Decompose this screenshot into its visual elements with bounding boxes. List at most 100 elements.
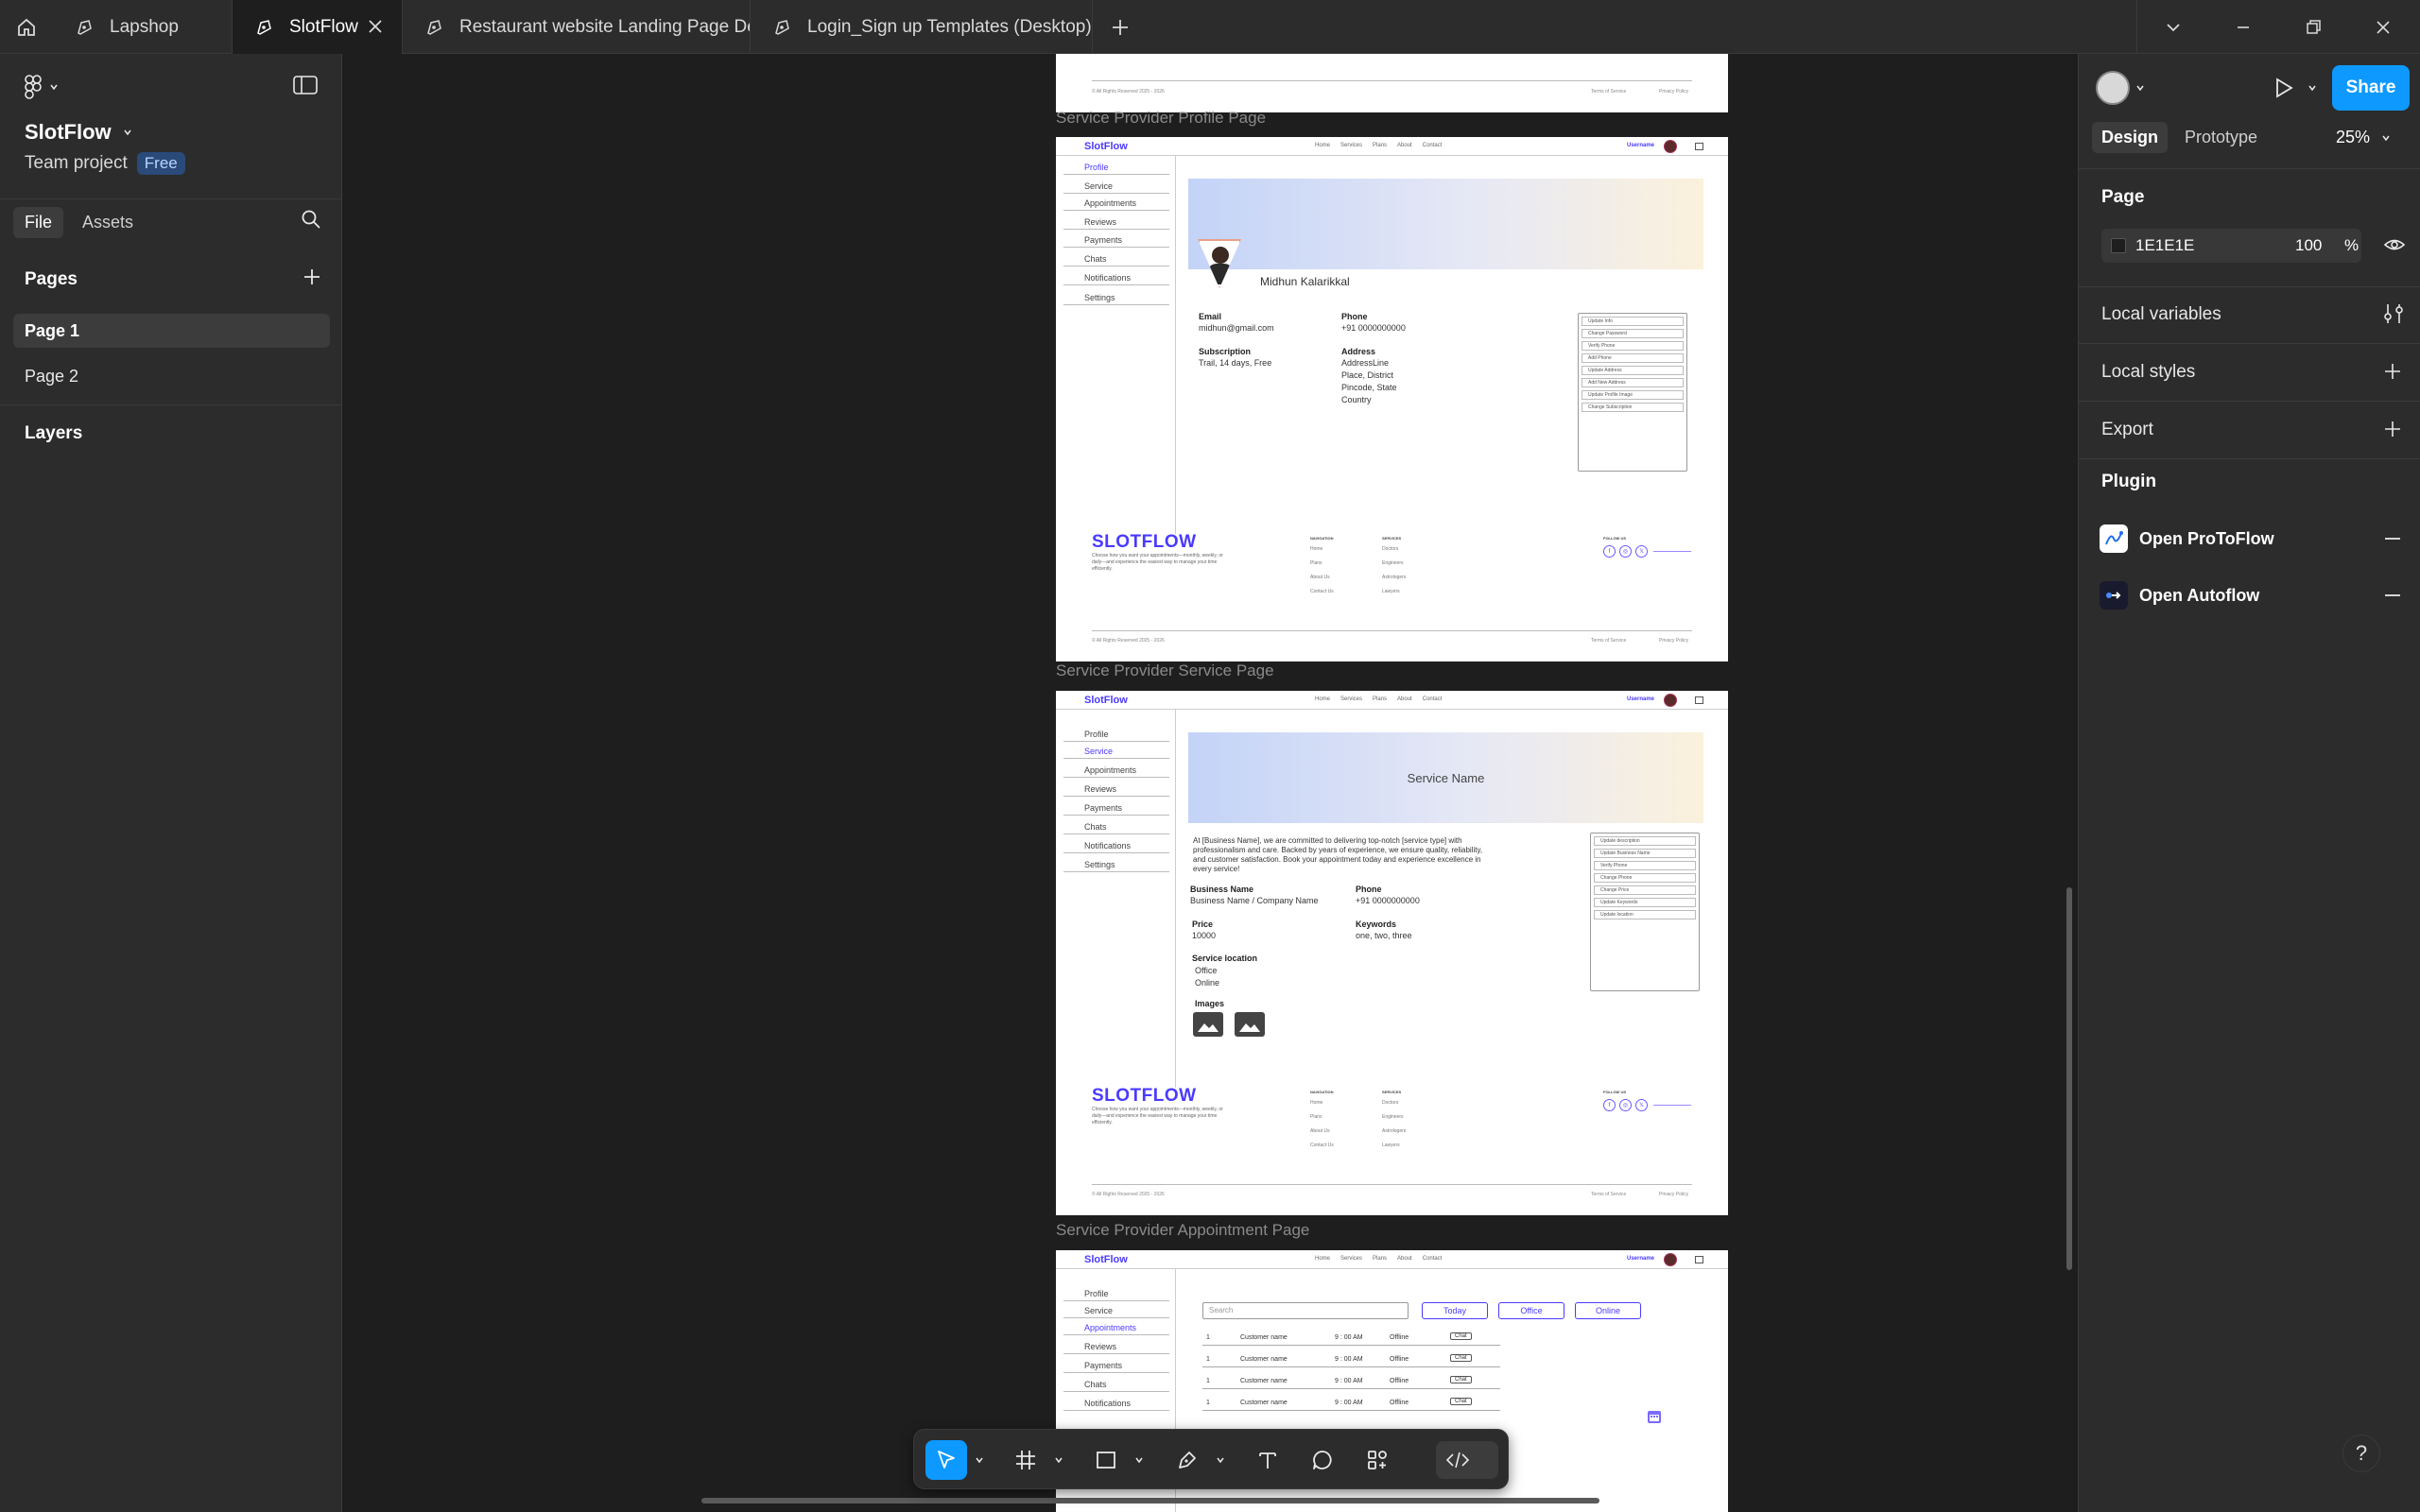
share-button[interactable]: Share	[2332, 65, 2410, 111]
present-button[interactable]	[2273, 77, 2317, 99]
local-variables-heading[interactable]: Local variables	[2101, 304, 2221, 325]
export-heading[interactable]: Export	[2101, 420, 2153, 440]
chevron-down-icon[interactable]	[1054, 1455, 1063, 1465]
minus-icon[interactable]	[2383, 593, 2402, 597]
page-opacity[interactable]: 100	[2295, 236, 2322, 255]
frame-sidebar: Profile Service Appointments Reviews Pay…	[1056, 156, 1176, 534]
filter-today: Today	[1422, 1302, 1488, 1319]
appointment-search: Search	[1202, 1302, 1409, 1319]
tab-design[interactable]: Design	[2092, 122, 2169, 153]
subscription-value: Trail, 14 days, Free	[1199, 358, 1272, 368]
move-tool[interactable]	[925, 1440, 967, 1480]
chevron-down-icon[interactable]	[1134, 1455, 1144, 1465]
close-window-icon[interactable]	[2367, 11, 2399, 43]
chevron-down-icon[interactable]	[975, 1455, 984, 1465]
add-page-icon[interactable]	[302, 267, 321, 286]
terms-link[interactable]: Terms of Service	[1591, 89, 1626, 94]
zoom-dropdown[interactable]: 25%	[2336, 128, 2391, 147]
price-label: Price	[1192, 919, 1214, 929]
plus-icon[interactable]	[2383, 362, 2402, 381]
tab-restaurant[interactable]: Restaurant website Landing Page De	[403, 0, 751, 54]
local-styles-heading[interactable]: Local styles	[2101, 362, 2195, 383]
row-mode: Offline	[1390, 1378, 1409, 1384]
actions-tool[interactable]	[1357, 1440, 1398, 1480]
tab-label: Restaurant website Landing Page De	[459, 16, 751, 37]
price-value: 10000	[1192, 931, 1217, 940]
tab-slotflow[interactable]: SlotFlow	[233, 0, 403, 54]
user-avatar-button[interactable]	[2096, 71, 2145, 105]
vertical-scrollbar[interactable]	[2066, 887, 2072, 1270]
frame-label[interactable]: Service Provider Appointment Page	[1056, 1221, 1309, 1240]
privacy-link[interactable]: Privacy Policy	[1659, 89, 1688, 94]
profile-banner	[1188, 179, 1703, 269]
row-number: 1	[1206, 1400, 1210, 1406]
tab-lapshop[interactable]: Lapshop	[53, 0, 233, 54]
tab-file[interactable]: File	[13, 207, 64, 238]
email-value: midhun@gmail.com	[1199, 323, 1274, 333]
home-icon[interactable]	[6, 8, 47, 47]
main-menu-button[interactable]	[25, 75, 59, 99]
page-color-field[interactable]: 1E1E1E 100 %	[2101, 229, 2361, 263]
canvas[interactable]: © All Rights Reserved 2025 - 2026 Terms …	[343, 54, 2078, 1512]
service-banner: Service Name	[1188, 732, 1703, 823]
page-color-hex[interactable]: 1E1E1E	[2135, 236, 2194, 255]
action-item: Update location	[1594, 910, 1696, 919]
chevron-down-icon[interactable]	[2157, 11, 2189, 43]
sidebar-item-notifications: Notifications	[1063, 840, 1169, 853]
frame-profile-page[interactable]: SlotFlow Home Services Plans About Conta…	[1056, 137, 1728, 662]
color-swatch[interactable]	[2111, 238, 2126, 253]
minimize-icon[interactable]	[2227, 11, 2259, 43]
sidebar-item-payments: Payments	[1063, 234, 1169, 248]
frame-service-page[interactable]: SlotFlow Home Services Plans About Conta…	[1056, 691, 1728, 1215]
sidebar-item-payments: Payments	[1063, 1360, 1169, 1373]
avatar	[2096, 71, 2130, 105]
text-tool[interactable]	[1247, 1440, 1288, 1480]
comment-tool[interactable]	[1302, 1440, 1343, 1480]
plugin-autoflow[interactable]: Open Autoflow	[2100, 581, 2259, 610]
shape-tool[interactable]	[1085, 1440, 1127, 1480]
frame-previous-page[interactable]: © All Rights Reserved 2025 - 2026 Terms …	[1056, 54, 1728, 112]
page-item-2[interactable]: Page 2	[13, 359, 330, 393]
dev-mode-toggle[interactable]	[1436, 1441, 1498, 1479]
frame-label[interactable]: Service Provider Service Page	[1056, 662, 1274, 680]
file-name-button[interactable]: SlotFlow	[25, 120, 132, 145]
frame-label[interactable]: Service Provider Profile Page	[1056, 109, 1266, 128]
tab-assets[interactable]: Assets	[71, 207, 145, 238]
plugin-protoflow[interactable]: Open ProToFlow	[2100, 524, 2274, 553]
tab-login-templates[interactable]: Login_Sign up Templates (Desktop) ((	[751, 0, 1093, 54]
pen-tool[interactable]	[1167, 1440, 1208, 1480]
help-button[interactable]: ?	[2342, 1435, 2380, 1472]
tab-label: Lapshop	[110, 16, 179, 37]
tab-prototype[interactable]: Prototype	[2175, 122, 2267, 153]
variables-icon[interactable]	[2383, 302, 2404, 325]
page-item-1[interactable]: Page 1	[13, 314, 330, 348]
divider	[0, 404, 342, 405]
close-icon[interactable]	[366, 17, 385, 36]
row-customer: Customer name	[1240, 1400, 1288, 1406]
chevron-down-icon[interactable]	[1216, 1455, 1225, 1465]
row-mode: Offline	[1390, 1400, 1409, 1406]
logout-icon	[1695, 143, 1703, 150]
footer-link: Astrologers	[1382, 575, 1407, 580]
plugin-label: Open ProToFlow	[2139, 528, 2274, 548]
search-icon[interactable]	[301, 209, 321, 230]
frame-tool[interactable]	[1005, 1440, 1046, 1480]
zoom-level: 25%	[2336, 128, 2371, 146]
plus-icon[interactable]	[1106, 13, 1134, 42]
components-icon	[1368, 1451, 1387, 1469]
avatar	[1664, 694, 1677, 707]
plan-badge[interactable]: Free	[136, 152, 185, 175]
footer-link: Plans	[1310, 1114, 1322, 1120]
restore-icon[interactable]	[2297, 11, 2329, 43]
footer-nav-heading: NAVIGATION	[1310, 536, 1334, 541]
minus-icon[interactable]	[2383, 537, 2402, 541]
eye-icon[interactable]	[2383, 236, 2406, 253]
phone-label: Phone	[1356, 885, 1382, 894]
sidebar-item-notifications: Notifications	[1063, 1398, 1169, 1411]
frame-username: Username	[1627, 143, 1655, 148]
plus-icon[interactable]	[2383, 420, 2402, 438]
copyright: © All Rights Reserved 2025 - 2026	[1092, 638, 1165, 644]
service-name: Service Name	[1407, 770, 1485, 785]
sidebar-toggle-icon[interactable]	[293, 75, 318, 95]
horizontal-scrollbar[interactable]	[701, 1498, 1599, 1503]
